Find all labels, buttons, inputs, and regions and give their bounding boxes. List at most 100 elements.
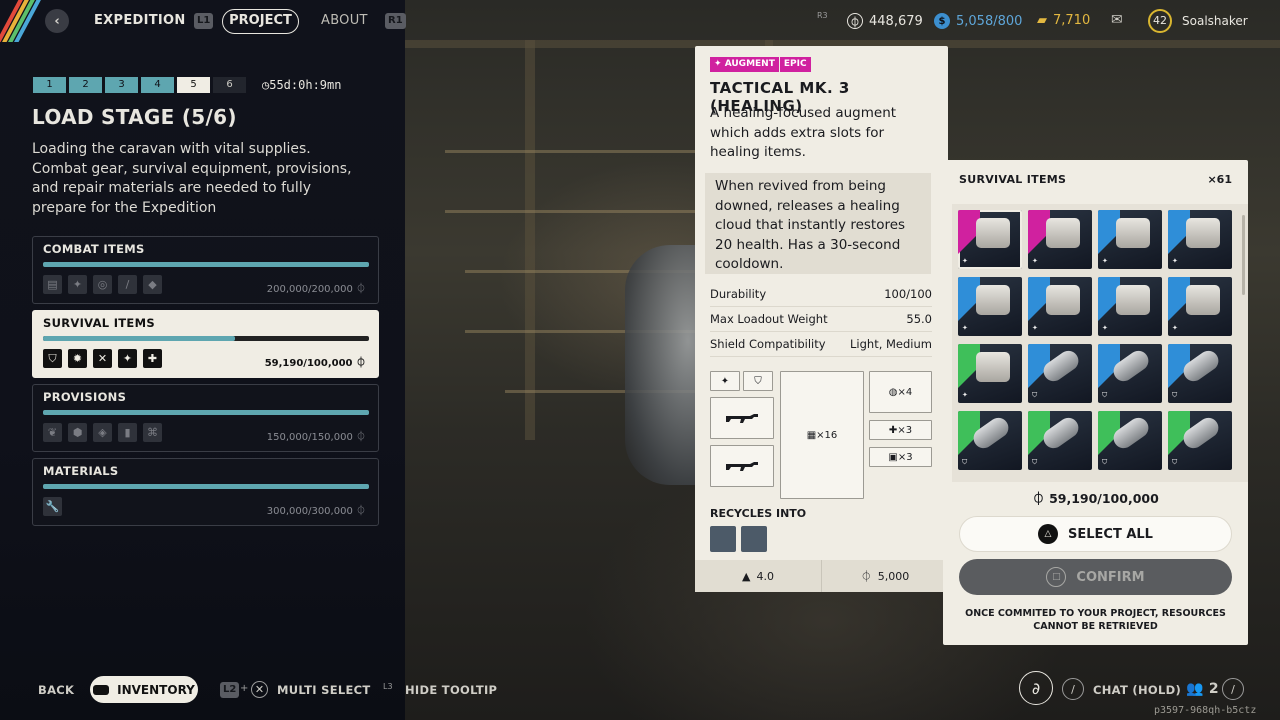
stat-durability: Durability 100/100 xyxy=(710,282,932,307)
survival-item-tile[interactable]: ⛉ xyxy=(1028,344,1092,403)
back-arrow-icon[interactable]: ‹ xyxy=(45,9,69,33)
gem-icon: ◈ xyxy=(93,423,112,442)
square-button-icon: □ xyxy=(1046,567,1067,587)
touchpad-icon xyxy=(93,684,110,695)
canister-icon: ▮ xyxy=(118,423,137,442)
wrench-icon: 🔧 xyxy=(43,497,62,516)
item-type-icon: ⛉ xyxy=(1102,391,1108,399)
survival-item-tile[interactable]: ✦ xyxy=(1168,210,1232,269)
stage-timer: ◷55d:0h:9mn xyxy=(262,78,341,92)
survival-item-tile[interactable]: ⛉ xyxy=(1098,344,1162,403)
stage-step: 2 xyxy=(69,77,102,93)
safe-pocket-slots: ▣ ×3 xyxy=(869,447,932,467)
stage-step: 3 xyxy=(105,77,138,93)
mail-icon[interactable]: ✉ xyxy=(1111,12,1123,28)
item-footer: ▲ 4.0 ⏀ 5,000 xyxy=(695,560,948,592)
survival-item-tile[interactable]: ✦ xyxy=(958,210,1022,269)
tab-about[interactable]: ABOUT xyxy=(321,13,368,28)
survival-item-tile[interactable]: ⛉ xyxy=(1028,411,1092,470)
item-value: ⏀ 5,000 xyxy=(821,560,948,592)
voice-icon[interactable]: / xyxy=(1222,678,1244,700)
category-amount: 150,000/150,000 ⏀ xyxy=(266,432,366,443)
survival-item-tile[interactable]: ✦ xyxy=(958,344,1022,403)
tab-expedition[interactable]: EXPEDITION xyxy=(94,13,186,28)
recycles-into-label: RECYCLES INTO xyxy=(710,507,807,520)
page-title: LOAD STAGE (5/6) xyxy=(32,105,237,129)
medkit-icon xyxy=(1116,218,1150,248)
survival-item-tile[interactable]: ✦ xyxy=(1098,210,1162,269)
item-grid: ✦ ✦ ✦ ✦ ✦ ✦ ✦ ✦ ✦ ⛉ ⛉ ⛉ ⛉ ⛉ ⛉ ⛉ xyxy=(952,204,1248,482)
survival-item-tile[interactable]: ✦ xyxy=(1028,277,1092,336)
shield-icon: ⛉ xyxy=(43,349,62,368)
category-survival-items[interactable]: SURVIVAL ITEMS ⛉ ✹ ✕ ✦ ✚ 59,190/100,000 … xyxy=(32,310,379,378)
select-all-button[interactable]: △ SELECT ALL xyxy=(959,516,1232,552)
premium-display: ▰ 7,710 xyxy=(1037,13,1090,28)
r1-button-hint: R1 xyxy=(385,13,406,29)
gear-icon: ✹ xyxy=(68,349,87,368)
category-provisions[interactable]: PROVISIONS ❦ ⬢ ◈ ▮ ⌘ 150,000/150,000 ⏀ xyxy=(32,384,379,452)
survival-item-tile[interactable]: ✦ xyxy=(1168,277,1232,336)
bar-currency-icon: $ xyxy=(934,13,950,29)
medkit-icon xyxy=(976,218,1010,248)
tab-project[interactable]: PROJECT xyxy=(222,9,299,34)
medkit-icon: ✚ xyxy=(888,424,898,436)
grid-icon: ▦ xyxy=(806,429,817,441)
category-materials[interactable]: MATERIALS 🔧 300,000/300,000 ⏀ xyxy=(32,458,379,526)
item-type-icon: ✦ xyxy=(1172,257,1178,265)
l3-button-hint: L3 xyxy=(383,682,393,691)
category-combat-items[interactable]: COMBAT ITEMS ▤ ✦ ◎ / ◆ 200,000/200,000 ⏀ xyxy=(32,236,379,304)
survival-item-tile[interactable]: ✦ xyxy=(958,277,1022,336)
player-name[interactable]: Soalshaker xyxy=(1182,14,1248,28)
category-progress-bar xyxy=(43,484,369,489)
item-tooltip: ✦ AUGMENT EPIC TACTICAL MK. 3 (HEALING) … xyxy=(695,46,948,592)
weapon-slot-1 xyxy=(710,397,774,439)
item-type-icon: ⛉ xyxy=(1172,458,1178,466)
item-weight: ▲ 4.0 xyxy=(742,569,774,583)
tool-icon: ⌘ xyxy=(143,423,162,442)
stat-shield-compat: Shield Compatibility Light, Medium xyxy=(710,332,932,357)
backpack-slots: ▦ ×16 xyxy=(780,371,864,499)
category-amount: 59,190/100,000 ⏀ xyxy=(264,358,366,369)
emote-wheel-icon[interactable]: ∂ xyxy=(1019,671,1053,705)
stage-step: 1 xyxy=(33,77,66,93)
bar-currency-value: 5,058/800 xyxy=(956,13,1023,29)
grid-scrollbar[interactable] xyxy=(1242,215,1245,295)
rarity-tag: EPIC xyxy=(779,57,812,72)
survival-item-tile[interactable]: ⛉ xyxy=(1168,344,1232,403)
survival-item-tile[interactable]: ✦ xyxy=(1098,277,1162,336)
item-type-icon: ⛉ xyxy=(1172,391,1178,399)
survival-item-tile[interactable]: ⛉ xyxy=(1168,411,1232,470)
quick-use-slots: ◍ ×4 xyxy=(869,371,932,413)
rifle-icon xyxy=(726,462,758,471)
mic-icon[interactable]: / xyxy=(1062,678,1084,700)
medkit-icon xyxy=(1116,285,1150,315)
survival-item-tile[interactable]: ✦ xyxy=(1028,210,1092,269)
item-type-icon: ✦ xyxy=(1032,257,1038,265)
shield-slot-icon: ⛉ xyxy=(743,371,773,391)
multi-select-hint[interactable]: MULTI SELECT xyxy=(277,683,371,697)
hide-tooltip-hint[interactable]: HIDE TOOLTIP xyxy=(405,683,497,697)
panel-title: SURVIVAL ITEMS xyxy=(959,173,1067,186)
survival-item-tile[interactable]: ⛉ xyxy=(1098,411,1162,470)
r3-button-hint: R3 xyxy=(817,11,828,20)
back-button[interactable]: BACK xyxy=(38,683,74,697)
credits-value: 448,679 xyxy=(869,13,923,29)
confirm-button[interactable]: □ CONFIRM xyxy=(959,559,1232,595)
inventory-button[interactable]: INVENTORY xyxy=(90,676,198,703)
item-type-icon: ⛉ xyxy=(962,458,968,466)
category-icons: 🔧 xyxy=(43,497,62,516)
mod-icon: ◆ xyxy=(143,275,162,294)
medkit-icon xyxy=(1046,218,1080,248)
premium-icon: ▰ xyxy=(1037,13,1047,28)
party-count[interactable]: 👥 2 xyxy=(1186,681,1219,697)
medkit-icon xyxy=(1186,285,1220,315)
augment-tag: ✦ AUGMENT xyxy=(710,57,780,72)
category-amount: 200,000/200,000 ⏀ xyxy=(266,284,366,295)
cross-button-icon: ✕ xyxy=(251,681,268,698)
survival-item-tile[interactable]: ⛉ xyxy=(958,411,1022,470)
grenade-icon: ◎ xyxy=(93,275,112,294)
chat-hint[interactable]: CHAT (HOLD) xyxy=(1093,683,1181,697)
ammo-icon: ▤ xyxy=(43,275,62,294)
panel-total: ⏀ 59,190/100,000 xyxy=(1032,491,1159,506)
crate-icon: ⬢ xyxy=(68,423,87,442)
